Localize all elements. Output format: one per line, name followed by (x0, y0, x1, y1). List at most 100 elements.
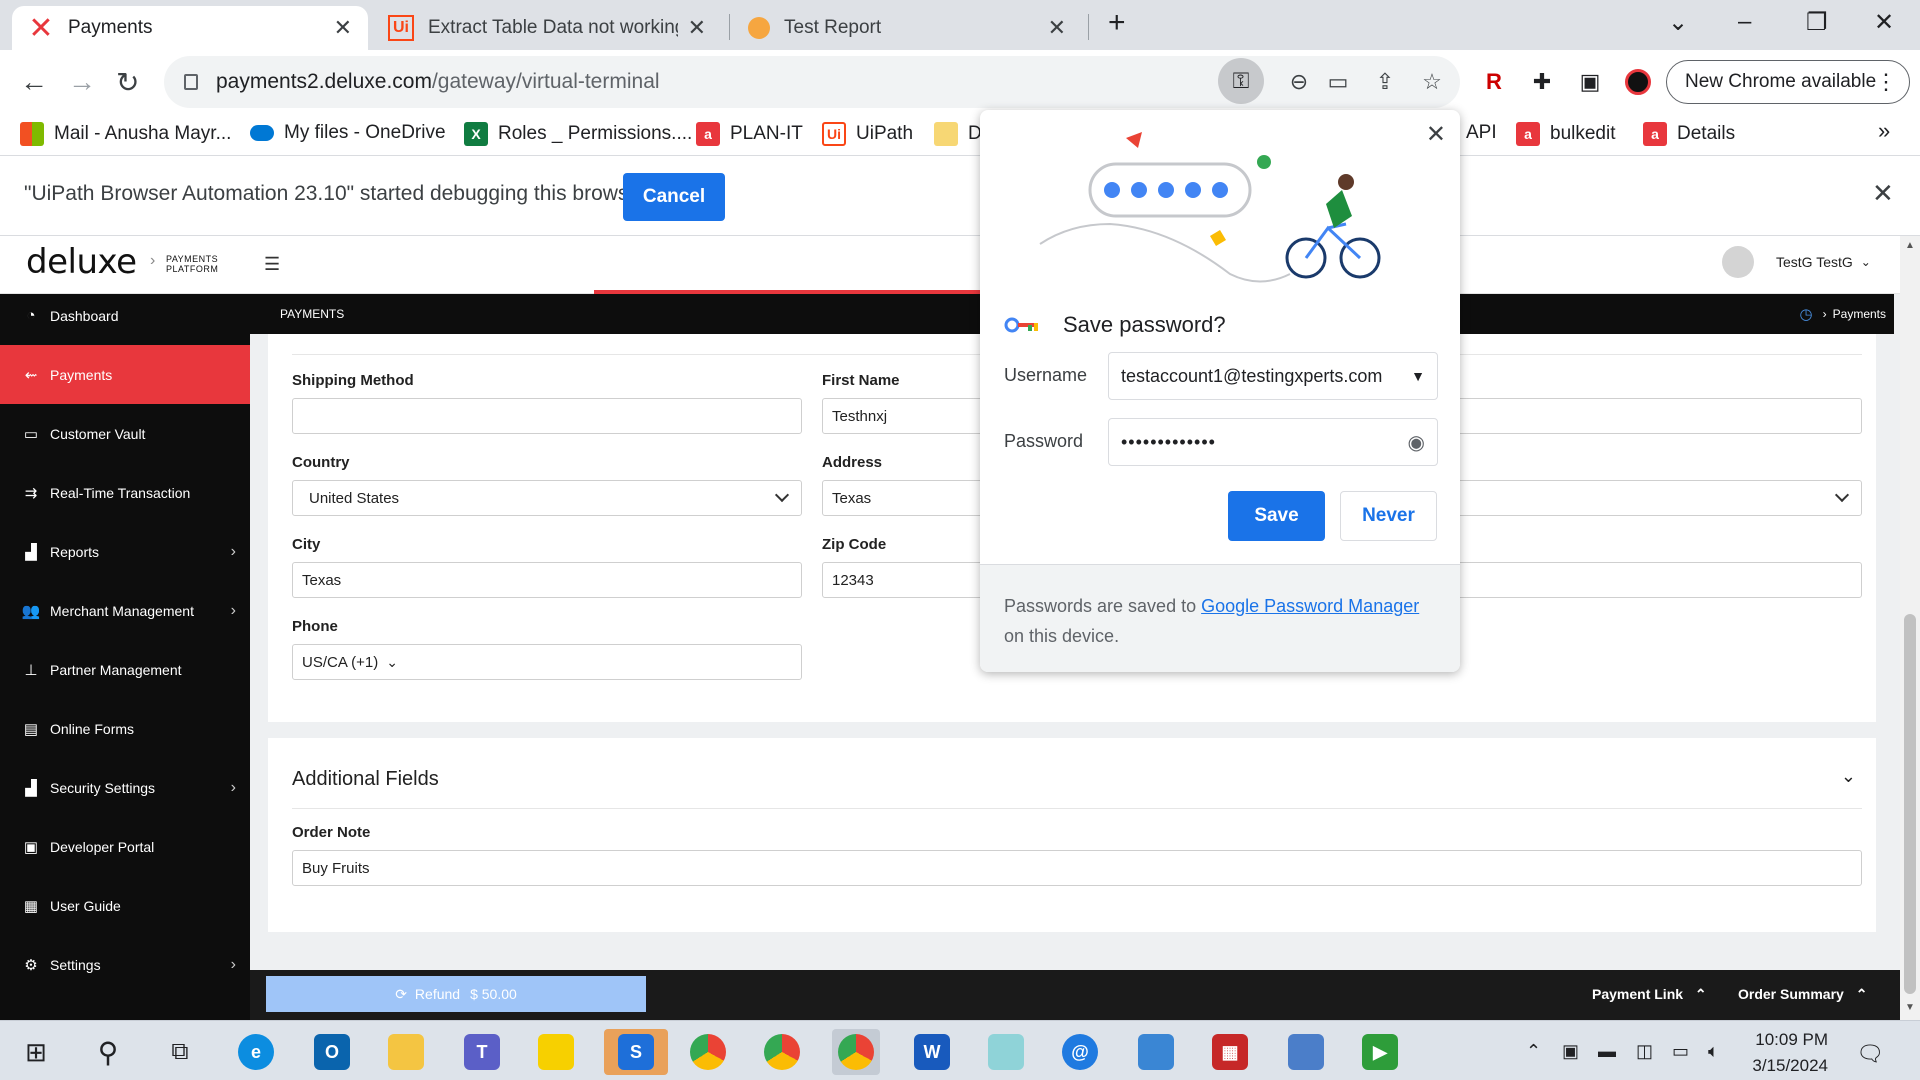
scrollbar-thumb[interactable] (1904, 614, 1916, 994)
sidebar-item-partner-management[interactable]: ⊥ Partner Management (0, 640, 250, 699)
tab-extract-table[interactable]: Ui Extract Table Data not working f ✕ (372, 6, 722, 50)
sidebar-item-dashboard[interactable]: ◔ Dashboard (0, 286, 250, 345)
uipath-studio-icon[interactable]: S (604, 1029, 668, 1075)
bookmark-api[interactable]: API (1466, 122, 1497, 144)
profile-avatar-icon[interactable] (1624, 68, 1652, 96)
notepad-icon[interactable] (982, 1029, 1030, 1075)
password-field[interactable]: ••••••••••••• ◉ (1108, 418, 1438, 466)
collapse-chevron-icon[interactable]: ⌄ (1841, 766, 1856, 787)
close-window-icon[interactable]: ✕ (1874, 8, 1894, 37)
extensions-puzzle-icon[interactable]: ✚ (1528, 68, 1556, 96)
sidebar-item-merchant-management[interactable]: 👥 Merchant Management › (0, 581, 250, 640)
dropdown-caret-icon[interactable]: ▼ (1411, 368, 1425, 384)
scroll-up-icon[interactable]: ▲ (1905, 240, 1915, 251)
outlook-icon[interactable]: O (308, 1029, 356, 1075)
chrome-profile-2-icon[interactable] (758, 1029, 806, 1075)
bookmark-mail[interactable]: Mail - Anusha Mayr... (20, 122, 231, 146)
never-button[interactable]: Never (1340, 491, 1437, 541)
sidebar-item-developer-portal[interactable]: ▣ Developer Portal (0, 817, 250, 876)
city-field[interactable]: Texas (292, 562, 802, 598)
extension-icon[interactable]: R (1480, 68, 1508, 96)
payment-link-toggle[interactable]: Payment Link ⌃ (1592, 986, 1707, 1003)
clock[interactable]: 10:09 PM 3/15/2024 (1722, 1027, 1828, 1079)
forward-icon[interactable]: → (68, 66, 96, 98)
share-icon[interactable]: ⇪ (1371, 68, 1399, 96)
hamburger-menu-icon[interactable]: ☰ (264, 254, 280, 275)
kebab-menu-icon[interactable]: ⋮ (1875, 69, 1897, 95)
tab-payments[interactable]: ✕ Payments ✕ (12, 6, 368, 50)
network-app-icon[interactable] (1282, 1029, 1330, 1075)
close-icon[interactable]: ✕ (1426, 120, 1446, 149)
task-view-icon[interactable]: ⧉ (156, 1029, 204, 1075)
zoom-icon[interactable]: ⊖ (1285, 68, 1313, 96)
additional-fields-title[interactable]: Additional Fields (292, 768, 439, 791)
sidebar-item-reports[interactable]: ▟ Reports › (0, 522, 250, 581)
sidebar-item-online-forms[interactable]: ▤ Online Forms (0, 699, 250, 758)
card-icon[interactable]: ▭ (1324, 68, 1352, 96)
sidebar-item-real-time-transaction[interactable]: ⇉ Real-Time Transaction (0, 463, 250, 522)
tab-test-report[interactable]: Test Report ✕ (732, 6, 1082, 50)
search-icon[interactable]: ⚲ (84, 1029, 132, 1075)
meet-icon[interactable]: ◫ (1636, 1041, 1653, 1062)
windows-start-icon[interactable]: ⊞ (12, 1029, 60, 1075)
more-bookmarks-icon[interactable]: » (1878, 118, 1890, 144)
bookmark-star-icon[interactable]: ☆ (1418, 68, 1446, 96)
notifications-icon[interactable]: 🗨︎ (1856, 1041, 1884, 1067)
breadcrumb-payments[interactable]: Payments (1833, 307, 1886, 321)
address-bar[interactable]: payments2.deluxe.com/gateway/virtual-ter… (164, 56, 1460, 108)
sidebar-item-settings[interactable]: ⚙ Settings › (0, 935, 250, 994)
bookmark-bulkedit[interactable]: a bulkedit (1516, 122, 1616, 146)
history-icon[interactable]: ◷ (1800, 305, 1813, 323)
phone-country-code[interactable]: US/CA (+1) (302, 654, 378, 671)
tray-chevron-up-icon[interactable]: ⌃ (1526, 1041, 1541, 1062)
phone-field[interactable]: US/CA (+1) ⌄ (292, 644, 802, 680)
new-tab-icon[interactable]: + (1108, 6, 1126, 40)
network-icon[interactable]: ▭ (1672, 1041, 1689, 1062)
chrome-active-icon[interactable] (832, 1029, 880, 1075)
reload-icon[interactable]: ↻ (116, 66, 139, 99)
bookmark-roles[interactable]: X Roles _ Permissions.... (464, 122, 692, 146)
sidebar-item-customer-vault[interactable]: ▭ Customer Vault (0, 404, 250, 463)
bookmark-plan-it[interactable]: a PLAN-IT (696, 122, 803, 146)
deluxe-logo[interactable]: deluxe (26, 242, 137, 282)
tab-search-chevron-icon[interactable]: ⌄ (1668, 8, 1688, 37)
username-field[interactable]: testaccount1@testingxperts.com ▼ (1108, 352, 1438, 400)
order-note-field[interactable]: Buy Fruits (292, 850, 1862, 886)
page-scrollbar[interactable]: ▲ ▼ (1900, 236, 1920, 1020)
user-menu[interactable]: TestG TestG ⌄ (1722, 246, 1871, 278)
order-summary-toggle[interactable]: Order Summary ⌃ (1738, 986, 1867, 1003)
refund-button[interactable]: ⟳ Refund $ 50.00 (266, 976, 646, 1012)
spiral-app-icon[interactable]: @ (1056, 1029, 1104, 1075)
close-tab-icon[interactable]: ✕ (334, 15, 352, 41)
volume-icon[interactable]: 🔈︎ (1708, 1041, 1719, 1062)
close-tab-icon[interactable]: ✕ (688, 15, 706, 41)
password-key-icon[interactable]: ⚿ (1218, 58, 1264, 104)
bookmark-details[interactable]: a Details (1643, 122, 1735, 146)
restore-icon[interactable]: ❐ (1806, 8, 1828, 37)
chrome-profile-1-icon[interactable] (684, 1029, 732, 1075)
remote-desktop-icon[interactable] (1132, 1029, 1180, 1075)
scroll-down-icon[interactable]: ▼ (1905, 1002, 1915, 1013)
side-panel-icon[interactable]: ▣ (1576, 68, 1604, 96)
file-explorer-icon[interactable] (382, 1029, 430, 1075)
minimize-icon[interactable]: – (1738, 8, 1751, 36)
shipping-method-field[interactable] (292, 398, 802, 434)
sidebar-item-security-settings[interactable]: ▟ Security Settings › (0, 758, 250, 817)
tray-app-icon[interactable]: ▣ (1562, 1041, 1579, 1062)
cancel-debug-button[interactable]: Cancel (623, 173, 725, 221)
sidebar-item-payments[interactable]: ⇜ Payments (0, 345, 250, 404)
word-icon[interactable]: W (908, 1029, 956, 1075)
teams-icon[interactable]: T (458, 1029, 506, 1075)
edge-icon[interactable]: e (232, 1029, 280, 1075)
eye-icon[interactable]: ◉ (1408, 430, 1425, 455)
sticky-notes-icon[interactable] (532, 1029, 580, 1075)
google-password-manager-link[interactable]: Google Password Manager (1201, 596, 1419, 616)
bookmark-onedrive[interactable]: My files - OneDrive (250, 122, 446, 144)
back-icon[interactable]: ← (20, 66, 48, 98)
security-app-icon[interactable]: ▦ (1206, 1029, 1254, 1075)
sidebar-item-user-guide[interactable]: ▦ User Guide (0, 876, 250, 935)
close-infobar-icon[interactable]: ✕ (1872, 178, 1894, 209)
new-chrome-available-button[interactable]: New Chrome available ⋮ (1666, 60, 1910, 104)
close-tab-icon[interactable]: ✕ (1048, 15, 1066, 41)
bookmark-folder-d[interactable]: D (934, 122, 982, 146)
